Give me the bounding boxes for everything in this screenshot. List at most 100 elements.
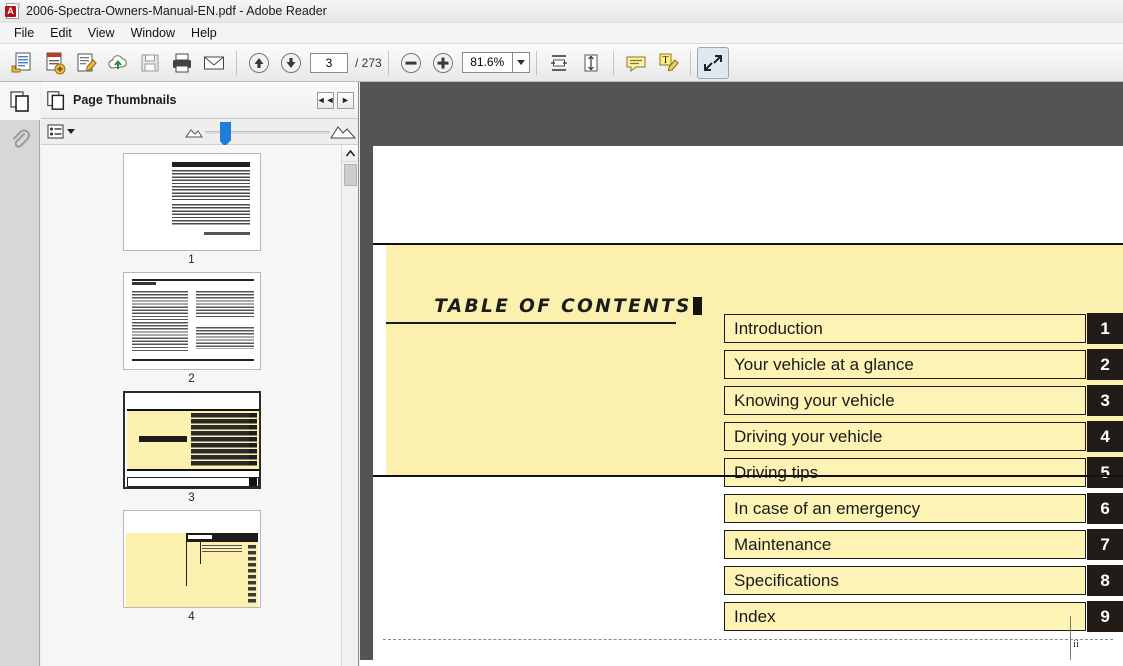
- page-thumbnails-title: Page Thumbnails: [73, 93, 177, 107]
- thumbnail-label: 2: [188, 373, 195, 385]
- paperclip-icon: [13, 129, 30, 148]
- pdf-page: TABLE OF CONTENTS Introduction 1 Your ve…: [373, 146, 1123, 666]
- menu-window[interactable]: Window: [123, 25, 183, 41]
- page-thumbnails-rail-button[interactable]: [0, 82, 40, 120]
- toc-entry-label[interactable]: Your vehicle at a glance: [724, 350, 1087, 379]
- toc-entry-label[interactable]: Driving your vehicle: [724, 422, 1087, 451]
- double-chevron-left-icon: ◄◄: [316, 95, 335, 105]
- comment-tools-button[interactable]: [70, 47, 102, 79]
- zoom-dropdown-button[interactable]: [511, 52, 530, 73]
- small-mountains-icon: [185, 129, 203, 138]
- previous-page-button[interactable]: [243, 47, 275, 79]
- table-of-contents-list: Introduction 1 Your vehicle at a glance …: [724, 311, 1123, 635]
- tools-pane-button[interactable]: [696, 46, 729, 79]
- toc-entry-label[interactable]: Index: [724, 602, 1087, 631]
- sticky-note-button[interactable]: [620, 47, 652, 79]
- zoom-level-input[interactable]: 81.6%: [461, 52, 512, 73]
- next-page-button[interactable]: [275, 47, 307, 79]
- toc-entry-label[interactable]: Driving tips: [724, 458, 1087, 487]
- speech-bubble-icon: [626, 56, 646, 72]
- create-pdf-button[interactable]: [6, 47, 38, 79]
- toc-row[interactable]: Knowing your vehicle 3: [724, 383, 1123, 419]
- title-bar: A 2006-Spectra-Owners-Manual-EN.pdf - Ad…: [0, 0, 1123, 23]
- collapse-panel-button[interactable]: ◄◄: [316, 91, 335, 109]
- save-button[interactable]: [134, 47, 166, 79]
- fit-page-button[interactable]: [575, 47, 607, 79]
- plus-circle-icon: [432, 52, 453, 73]
- toc-row[interactable]: Maintenance 7: [724, 527, 1123, 563]
- menu-bar: File Edit View Window Help: [0, 23, 1123, 44]
- thumbnail-page-3[interactable]: [122, 391, 261, 489]
- toc-chapter-tab: 7: [1087, 529, 1123, 560]
- menu-help[interactable]: Help: [183, 25, 225, 41]
- toc-entry-label[interactable]: Specifications: [724, 566, 1087, 595]
- page-total-label: / 273: [355, 55, 382, 70]
- thumbnail-page-1[interactable]: [122, 153, 261, 251]
- arrow-up-circle-icon: [249, 52, 269, 73]
- toc-row[interactable]: In case of an emergency 6: [724, 491, 1123, 527]
- document-arrow-icon: [11, 52, 31, 72]
- thumbnail-options-button[interactable]: [47, 124, 75, 140]
- arrow-down-circle-icon: [281, 52, 301, 73]
- thumbnail-item[interactable]: 3: [122, 391, 261, 504]
- toc-entry-label[interactable]: Maintenance: [724, 530, 1087, 559]
- cloud-upload-icon: [108, 54, 127, 69]
- page-title-text: TABLE OF CONTENTS: [434, 296, 692, 317]
- attachments-rail-button[interactable]: [0, 120, 40, 158]
- fit-width-button[interactable]: [543, 47, 575, 79]
- toc-row[interactable]: Driving your vehicle 4: [724, 419, 1123, 455]
- document-pencil-icon: [77, 53, 97, 71]
- toc-row[interactable]: Specifications 8: [724, 563, 1123, 599]
- toc-chapter-tab: 5: [1087, 457, 1123, 488]
- chevron-down-icon: [516, 60, 525, 65]
- thumbnail-page-4[interactable]: [122, 510, 261, 608]
- expand-panel-button[interactable]: ►: [337, 91, 354, 109]
- page-number-input[interactable]: 3: [310, 52, 348, 73]
- chevron-down-icon: [67, 129, 75, 134]
- thumbnail-item[interactable]: 1: [122, 153, 261, 266]
- highlight-text-button[interactable]: T: [652, 47, 684, 79]
- thumbnail-item[interactable]: 2: [122, 272, 261, 385]
- send-to-cloud-button[interactable]: [102, 47, 134, 79]
- toc-row[interactable]: Index 9: [724, 599, 1123, 635]
- page-title: TABLE OF CONTENTS: [423, 296, 713, 317]
- minus-circle-icon: [400, 52, 421, 73]
- zoom-in-button[interactable]: [427, 47, 459, 79]
- toc-entry-label[interactable]: Knowing your vehicle: [724, 386, 1087, 415]
- thumbnail-label: 3: [188, 492, 195, 504]
- title-block-marker: [692, 297, 702, 315]
- svg-text:T: T: [662, 55, 668, 66]
- thumbnails-scrollbar[interactable]: [341, 145, 358, 666]
- page-thumbnails-icon: [47, 91, 65, 110]
- printer-icon: [173, 53, 191, 72]
- pdf-icon: A: [5, 3, 21, 19]
- scrollbar-thumb[interactable]: [344, 164, 357, 186]
- document-viewport[interactable]: TABLE OF CONTENTS Introduction 1 Your ve…: [360, 82, 1123, 666]
- large-mountains-icon: [330, 126, 356, 139]
- scroll-up-button[interactable]: [342, 145, 358, 162]
- toc-row[interactable]: Your vehicle at a glance 2: [724, 347, 1123, 383]
- toc-row[interactable]: Introduction 1: [724, 311, 1123, 347]
- menu-edit[interactable]: Edit: [42, 25, 80, 41]
- heading-underline: [386, 322, 676, 324]
- adobe-reader-window: A 2006-Spectra-Owners-Manual-EN.pdf - Ad…: [0, 0, 1123, 666]
- toc-entry-label[interactable]: Introduction: [724, 314, 1087, 343]
- document-plus-icon: [46, 52, 66, 74]
- page-thumbnails-header: Page Thumbnails ◄◄ ►: [41, 82, 358, 119]
- toc-row[interactable]: Driving tips 5: [724, 455, 1123, 491]
- options-list-icon: [47, 124, 64, 138]
- toc-entry-label[interactable]: In case of an emergency: [724, 494, 1087, 523]
- combine-files-button[interactable]: [38, 47, 70, 79]
- thumbnails-scroll-area[interactable]: 1 2 3 4: [41, 145, 358, 666]
- menu-view[interactable]: View: [80, 25, 123, 41]
- thumbnail-size-slider-handle[interactable]: [220, 122, 231, 147]
- menu-file[interactable]: File: [6, 25, 42, 41]
- fit-page-icon: [584, 54, 598, 71]
- thumbnail-item[interactable]: 4: [122, 510, 261, 623]
- zoom-out-button[interactable]: [395, 47, 427, 79]
- footer-dashed-rule: [383, 639, 1113, 640]
- toolbar-separator-5: [689, 50, 691, 75]
- thumbnail-page-2[interactable]: [122, 272, 261, 370]
- email-button[interactable]: [198, 47, 230, 79]
- print-button[interactable]: [166, 47, 198, 79]
